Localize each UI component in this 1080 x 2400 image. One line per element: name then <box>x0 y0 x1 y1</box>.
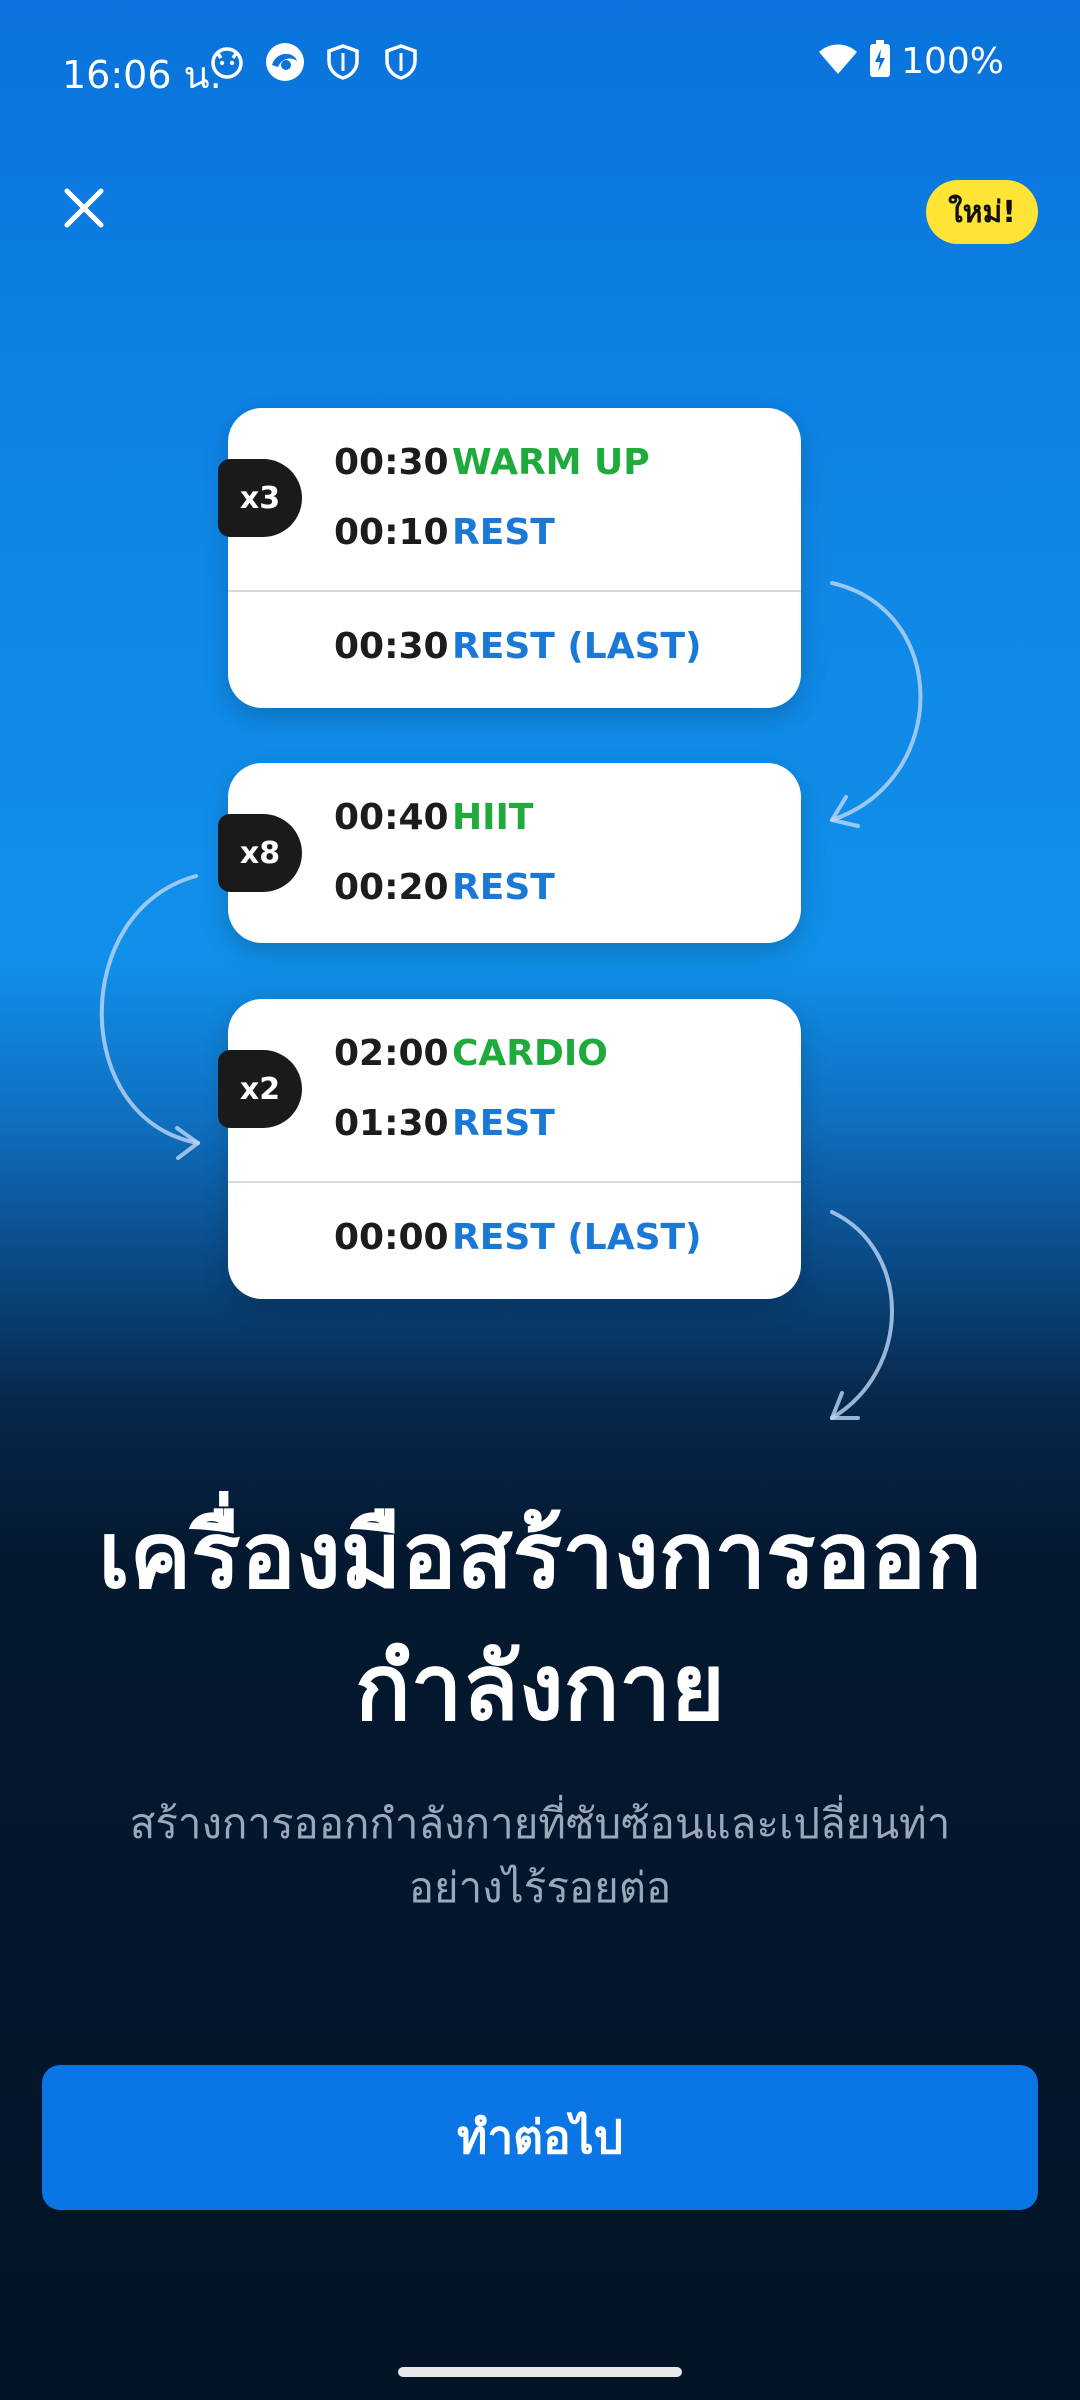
interval-row: 00:20 REST <box>334 867 555 908</box>
subtitle-line: อย่างไร้รอยต่อ <box>408 1863 672 1912</box>
page-subtitle: สร้างการออกกำลังกายที่ซับซ้อนและเปลี่ยนท… <box>60 1792 1020 1920</box>
card-divider <box>228 1181 801 1183</box>
repeat-badge: x8 <box>218 814 302 892</box>
interval-time: 00:40 <box>334 797 449 838</box>
title-line: กำลังกาย <box>355 1634 725 1741</box>
arrow-card2-to-card3 <box>99 874 200 1145</box>
interval-time: 01:30 <box>334 1103 449 1144</box>
interval-row: 00:10 REST <box>334 512 555 553</box>
interval-label: REST <box>452 512 555 553</box>
interval-card-1: x3 00:30 WARM UP 00:10 REST 00:30 REST (… <box>218 408 801 708</box>
arrow-card3-out <box>830 1210 894 1420</box>
shield-icon <box>379 40 423 84</box>
status-notification-icons <box>205 40 423 84</box>
interval-row-last: 00:00 REST (LAST) <box>334 1217 702 1258</box>
interval-row: 00:30 WARM UP <box>334 442 650 483</box>
card-divider <box>228 590 801 592</box>
page-title: เครื่องมือสร้างการออก กำลังกาย <box>0 1490 1080 1754</box>
interval-row-last: 00:30 REST (LAST) <box>334 626 702 667</box>
interval-label: REST (LAST) <box>452 1217 702 1258</box>
repeat-badge: x2 <box>218 1050 302 1128</box>
interval-label: WARM UP <box>452 442 650 483</box>
home-indicator[interactable] <box>398 2367 682 2377</box>
close-button[interactable] <box>56 180 112 236</box>
interval-time: 00:30 <box>334 626 449 667</box>
title-line: เครื่องมือสร้างการออก <box>98 1502 982 1609</box>
subtitle-line: สร้างการออกกำลังกายที่ซับซ้อนและเปลี่ยนท… <box>129 1799 951 1848</box>
interval-label: CARDIO <box>452 1033 608 1074</box>
interval-card-2: x8 00:40 HIIT 00:20 REST <box>218 763 801 943</box>
interval-row: 02:00 CARDIO <box>334 1033 608 1074</box>
arrow-card1-to-card2 <box>830 581 923 822</box>
interval-card-3: x2 02:00 CARDIO 01:30 REST 00:00 REST (L… <box>218 999 801 1299</box>
close-icon <box>64 188 104 228</box>
interval-time: 00:00 <box>334 1217 449 1258</box>
interval-label: HIIT <box>452 797 534 838</box>
interval-row: 01:30 REST <box>334 1103 555 1144</box>
status-time: 16:06 น. <box>62 53 222 97</box>
interval-time: 02:00 <box>334 1033 449 1074</box>
interval-label: REST (LAST) <box>452 626 702 667</box>
interval-label: REST <box>452 1103 555 1144</box>
new-badge: ใหม่! <box>926 180 1038 244</box>
interval-time: 00:30 <box>334 442 449 483</box>
status-system-icons: 100% <box>817 40 1004 82</box>
continue-button[interactable]: ทำต่อไป <box>42 2065 1038 2210</box>
shield-icon <box>321 40 365 84</box>
wifi-icon <box>817 42 859 80</box>
browser-icon <box>263 40 307 84</box>
status-bar: 16:06 น. 100% <box>0 0 1080 130</box>
interval-time: 00:20 <box>334 867 449 908</box>
repeat-badge: x3 <box>218 459 302 537</box>
interval-label: REST <box>452 867 555 908</box>
cat-notification-icon <box>205 40 249 84</box>
battery-charging-icon <box>869 40 891 82</box>
interval-time: 00:10 <box>334 512 449 553</box>
interval-row: 00:40 HIIT <box>334 797 533 838</box>
battery-percentage: 100% <box>901 40 1004 82</box>
